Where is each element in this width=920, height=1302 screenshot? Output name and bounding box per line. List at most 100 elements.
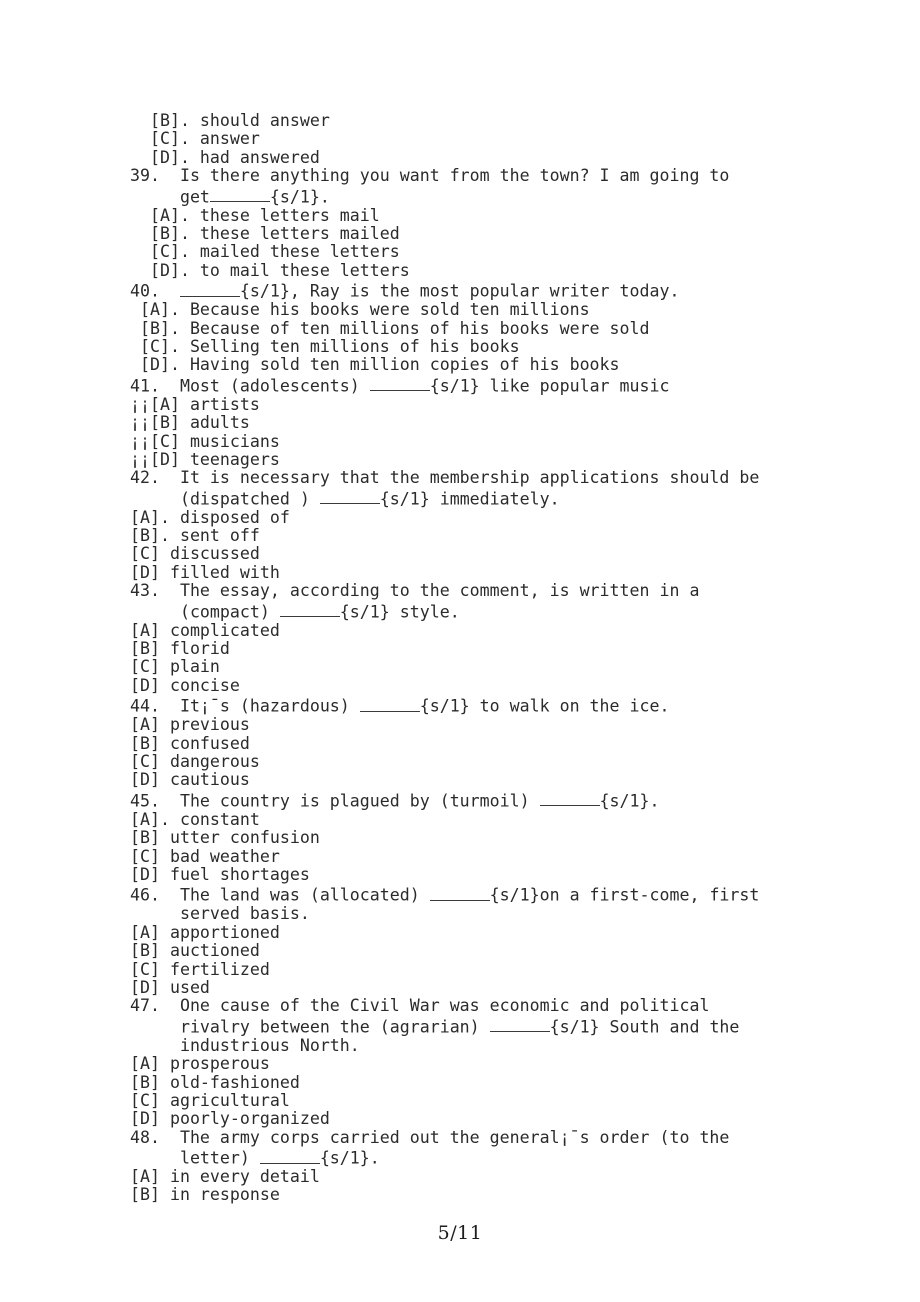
text-line: industrious North. bbox=[130, 1036, 830, 1055]
text-line: [B]. Because of ten millions of his book… bbox=[130, 319, 830, 338]
line-text: [C] plain bbox=[130, 657, 220, 677]
text-line: [D] poorly-organized bbox=[130, 1110, 830, 1128]
text-line: [B] florid bbox=[130, 639, 830, 658]
text-line: [B]. should answer bbox=[130, 111, 830, 130]
line-text: [D] filled with bbox=[130, 562, 280, 582]
line-text-tail: {s/1} style. bbox=[339, 602, 460, 622]
text-line: [D] used bbox=[130, 977, 830, 997]
text-line: ¡¡[D] teenagers bbox=[130, 449, 830, 469]
line-text: 45. The country is plagued by (turmoil) bbox=[130, 791, 540, 811]
line-text: [D] used bbox=[130, 977, 210, 997]
text-line: 42. It is necessary that the membership … bbox=[130, 469, 830, 487]
line-text: [A]. disposed of bbox=[130, 507, 290, 527]
line-text: 48. The army corps carried out the gener… bbox=[130, 1127, 730, 1147]
line-text: 41. Most (adolescents) bbox=[130, 376, 370, 396]
line-text: [B]. sent off bbox=[130, 526, 260, 546]
line-text: ¡¡[A] artists bbox=[130, 394, 260, 414]
text-line: 43. The essay, according to the comment,… bbox=[130, 582, 830, 600]
text-line: [C] plain bbox=[130, 658, 830, 676]
line-text: [D]. to mail these letters bbox=[130, 260, 410, 280]
text-line: [D] concise bbox=[130, 675, 830, 695]
line-text: [D] concise bbox=[130, 675, 240, 695]
text-line: 46. The land was (allocated) {s/1}on a f… bbox=[130, 884, 830, 905]
line-text: 47. One cause of the Civil War was econo… bbox=[130, 996, 710, 1016]
line-text: 43. The essay, according to the comment,… bbox=[130, 581, 700, 601]
text-line: [A]. Because his books were sold ten mil… bbox=[130, 300, 830, 320]
line-text: ¡¡[D] teenagers bbox=[130, 449, 280, 469]
text-line: [C] dangerous bbox=[130, 752, 830, 771]
page-number-footer: 5/11 bbox=[437, 1222, 483, 1244]
text-line: [C] discussed bbox=[130, 545, 830, 563]
line-text: [C]. Selling ten millions of his books bbox=[130, 336, 520, 356]
text-line: 41. Most (adolescents) {s/1} like popula… bbox=[130, 375, 830, 396]
line-text: 44. It¡¯s (hazardous) bbox=[130, 696, 360, 716]
line-text: [A]. Because his books were sold ten mil… bbox=[130, 300, 590, 320]
text-line: served basis. bbox=[130, 904, 830, 923]
text-line: [B]. sent off bbox=[130, 526, 830, 546]
line-text: [A]. these letters mail bbox=[130, 205, 380, 225]
text-line: [B] old-fashioned bbox=[130, 1072, 830, 1092]
text-line: rivalry between the (agrarian) {s/1} Sou… bbox=[130, 1016, 830, 1037]
line-text-tail: {s/1} to walk on the ice. bbox=[419, 696, 670, 716]
line-text: [B] in response bbox=[130, 1185, 280, 1205]
line-text: (compact) bbox=[130, 602, 280, 622]
text-line: [A] complicated bbox=[130, 620, 830, 640]
text-line: 45. The country is plagued by (turmoil) … bbox=[130, 790, 830, 811]
text-line: [A]. these letters mail bbox=[130, 205, 830, 225]
line-text-tail: {s/1}. bbox=[269, 187, 330, 207]
line-text: [C] discussed bbox=[130, 544, 260, 564]
text-line: [B] auctioned bbox=[130, 941, 830, 961]
answer-blank bbox=[369, 375, 430, 392]
text-line: [C] bad weather bbox=[130, 846, 830, 866]
line-text: [A] complicated bbox=[130, 620, 280, 640]
text-line: [D]. Having sold ten million copies of h… bbox=[130, 356, 830, 374]
line-text: [D]. Having sold ten million copies of h… bbox=[130, 355, 620, 375]
line-text-tail: {s/1} South and the bbox=[549, 1017, 740, 1037]
line-text: [C] dangerous bbox=[130, 752, 260, 771]
text-line: ¡¡[C] musicians bbox=[130, 431, 830, 451]
line-text: [A] previous bbox=[130, 715, 250, 735]
line-text-tail: {s/1}on a first-come, first bbox=[489, 885, 760, 905]
line-text: [C]. mailed these letters bbox=[130, 242, 400, 262]
answer-blank bbox=[209, 186, 270, 203]
text-line: [B]. these letters mailed bbox=[130, 223, 830, 243]
line-text: [B]. should answer bbox=[130, 111, 330, 130]
answer-blank bbox=[279, 601, 340, 618]
text-line: [A] in every detail bbox=[130, 1167, 830, 1186]
line-text: [C] agricultural bbox=[130, 1090, 290, 1110]
text-line: 47. One cause of the Civil War was econo… bbox=[130, 997, 830, 1015]
line-text: [B]. these letters mailed bbox=[130, 223, 400, 243]
text-line: 39. Is there anything you want from the … bbox=[130, 167, 830, 185]
text-line: [A] prosperous bbox=[130, 1054, 830, 1074]
line-text: [D]. had answered bbox=[130, 147, 320, 167]
answer-blank bbox=[259, 1147, 320, 1164]
text-line: [D] filled with bbox=[130, 562, 830, 582]
line-text: [A] apportioned bbox=[130, 922, 280, 942]
text-line: letter) {s/1}. bbox=[130, 1147, 830, 1168]
line-text: [B] old-fashioned bbox=[130, 1072, 300, 1092]
text-line: 48. The army corps carried out the gener… bbox=[130, 1127, 830, 1147]
line-text: [A]. constant bbox=[130, 809, 260, 829]
line-text: [B] auctioned bbox=[130, 941, 260, 961]
text-line: [C]. mailed these letters bbox=[130, 243, 830, 261]
text-line: [D] cautious bbox=[130, 771, 830, 789]
line-text: ¡¡[C] musicians bbox=[130, 431, 280, 451]
line-text-tail: {s/1}. bbox=[599, 791, 660, 811]
line-text: [D] fuel shortages bbox=[130, 864, 310, 884]
line-text: [D] cautious bbox=[130, 770, 250, 790]
text-line: (dispatched ) {s/1} immediately. bbox=[130, 488, 830, 509]
text-line: ¡¡[B] adults bbox=[130, 413, 830, 433]
answer-blank bbox=[319, 488, 380, 505]
line-text: ¡¡[B] adults bbox=[130, 413, 250, 433]
exam-question-body: [B]. should answer [C]. answer [D]. had … bbox=[130, 111, 830, 1205]
line-text: rivalry between the (agrarian) bbox=[130, 1017, 490, 1037]
text-line: (compact) {s/1} style. bbox=[130, 601, 830, 622]
text-line: [A]. disposed of bbox=[130, 507, 830, 527]
line-text: get bbox=[130, 187, 210, 207]
text-line: [B] confused bbox=[130, 734, 830, 753]
answer-blank bbox=[539, 790, 600, 807]
line-text: [C] bad weather bbox=[130, 846, 280, 866]
text-line: [B] in response bbox=[130, 1186, 830, 1204]
line-text: [A] prosperous bbox=[130, 1054, 270, 1074]
answer-blank bbox=[179, 280, 240, 297]
